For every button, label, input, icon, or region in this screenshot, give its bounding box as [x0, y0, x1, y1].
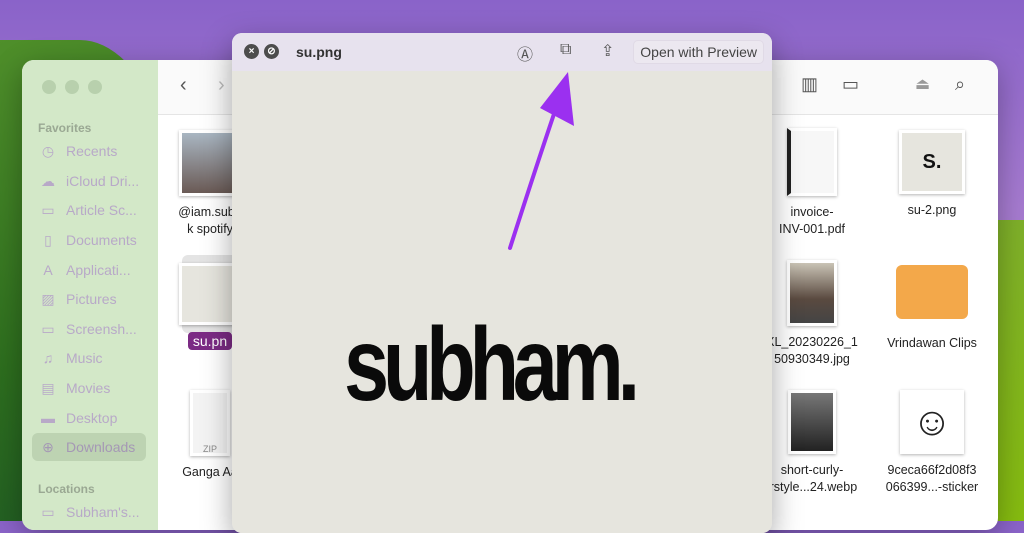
annotation-arrow [508, 72, 574, 250]
